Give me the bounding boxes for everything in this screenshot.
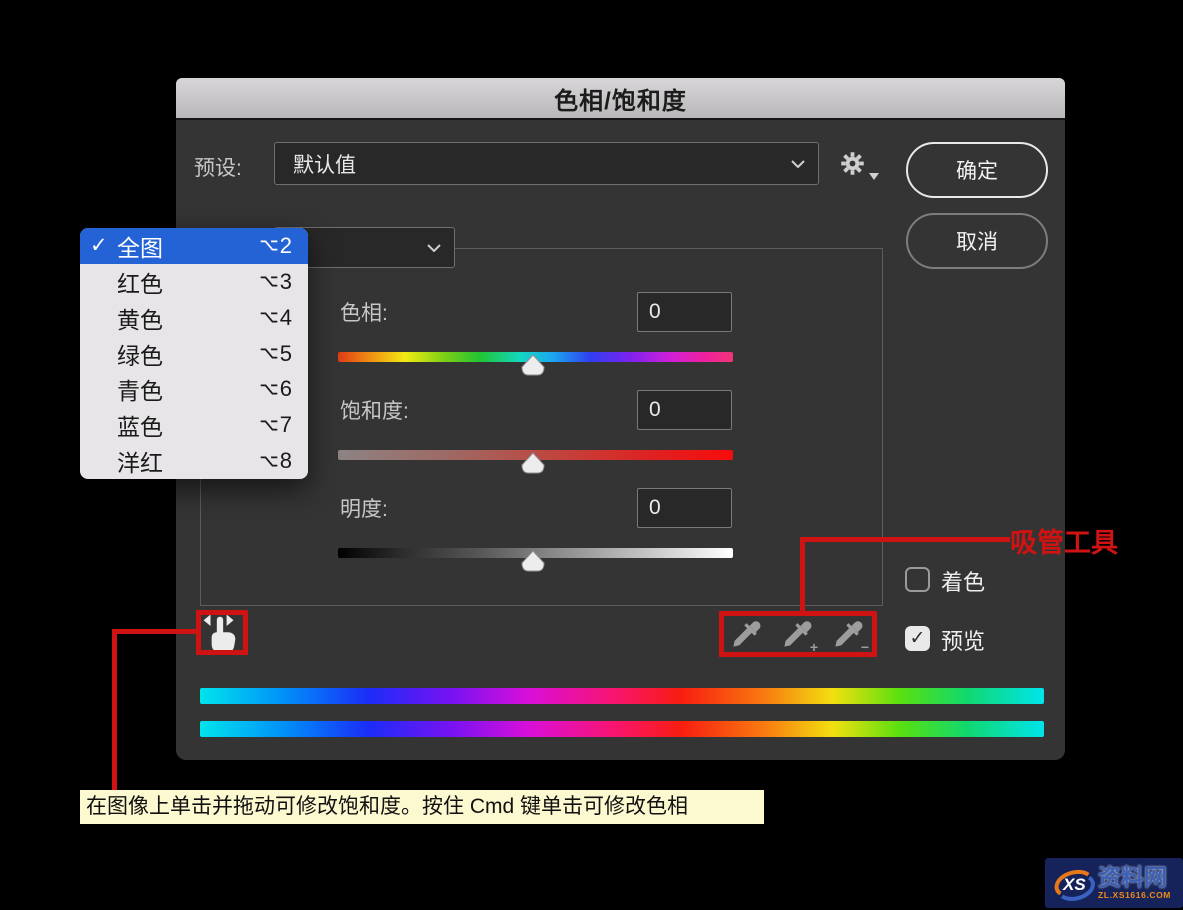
- watermark-logo-icon: XS: [1050, 862, 1096, 904]
- hand-annotation-line-horizontal: [112, 629, 200, 634]
- menu-item-greens[interactable]: 绿色 5: [80, 336, 308, 372]
- hand-annotation-line-vertical: [112, 629, 117, 791]
- menu-item-reds[interactable]: 红色 3: [80, 264, 308, 300]
- eyedropper-annotation-box: [719, 611, 877, 657]
- chevron-down-icon: [791, 160, 805, 168]
- output-spectrum-bar: [200, 721, 1044, 737]
- lightness-value-input[interactable]: 0: [637, 488, 732, 528]
- hue-label: 色相:: [340, 297, 388, 327]
- eyedropper-annotation-line-vertical: [800, 537, 805, 613]
- preset-label: 预设:: [194, 152, 242, 182]
- preview-label: 预览: [941, 624, 985, 656]
- input-spectrum-bar: [200, 688, 1044, 704]
- gear-menu-button[interactable]: [839, 150, 879, 182]
- option-key-icon: [260, 419, 278, 432]
- option-key-icon: [260, 311, 278, 324]
- menu-item-master[interactable]: ✓ 全图 2: [80, 228, 308, 264]
- saturation-slider-thumb[interactable]: [520, 452, 546, 474]
- eyedropper-annotation-label: 吸管工具: [1010, 521, 1118, 560]
- channel-popup-menu: ✓ 全图 2 红色 3 黄色 4 绿色 5 青色 6 蓝色 7: [80, 228, 308, 479]
- checkmark-icon: ✓: [910, 627, 926, 650]
- preview-checkbox[interactable]: ✓: [905, 626, 930, 651]
- option-key-icon: [260, 383, 278, 396]
- saturation-value-input[interactable]: 0: [637, 390, 732, 430]
- option-key-icon: [260, 239, 278, 252]
- dialog-title: 色相/饱和度: [554, 81, 687, 116]
- saturation-label: 饱和度:: [340, 395, 409, 425]
- menu-item-blues[interactable]: 蓝色 7: [80, 407, 308, 443]
- preset-value: 默认值: [293, 149, 356, 179]
- watermark: XS 资料网 ZL.XS1616.COM: [1045, 858, 1183, 908]
- hue-saturation-dialog: 色相/饱和度 预设: 默认值 确定 取消: [176, 78, 1065, 760]
- lightness-slider-thumb[interactable]: [520, 550, 546, 572]
- caret-down-icon: [869, 173, 879, 180]
- screenshot-canvas: 色相/饱和度 预设: 默认值 确定 取消: [0, 0, 1183, 910]
- watermark-site-name: 资料网: [1098, 866, 1171, 889]
- chevron-down-icon: [427, 244, 441, 252]
- eyedropper-annotation-line-horizontal: [800, 537, 1010, 542]
- hand-annotation-box: [196, 610, 248, 655]
- colorize-label: 着色: [941, 565, 985, 597]
- watermark-logo-text: XS: [1062, 875, 1086, 894]
- menu-item-yellows[interactable]: 黄色 4: [80, 300, 308, 336]
- menu-item-cyans[interactable]: 青色 6: [80, 371, 308, 407]
- annotation-note: 在图像上单击并拖动可修改饱和度。按住 Cmd 键单击可修改色相: [80, 790, 764, 824]
- option-key-icon: [260, 347, 278, 360]
- watermark-url: ZL.XS1616.COM: [1098, 891, 1171, 900]
- hue-value-input[interactable]: 0: [637, 292, 732, 332]
- cancel-button[interactable]: 取消: [906, 213, 1048, 269]
- hue-slider-thumb[interactable]: [520, 354, 546, 376]
- dialog-titlebar[interactable]: 色相/饱和度: [176, 78, 1065, 120]
- gear-icon: [839, 150, 866, 177]
- option-key-icon: [260, 275, 278, 288]
- lightness-label: 明度:: [340, 493, 388, 523]
- option-key-icon: [260, 455, 278, 468]
- colorize-checkbox[interactable]: [905, 567, 930, 592]
- checkmark-icon: ✓: [90, 233, 117, 258]
- preset-dropdown[interactable]: 默认值: [274, 142, 819, 185]
- ok-button[interactable]: 确定: [906, 142, 1048, 198]
- menu-item-magentas[interactable]: 洋红 8: [80, 443, 308, 479]
